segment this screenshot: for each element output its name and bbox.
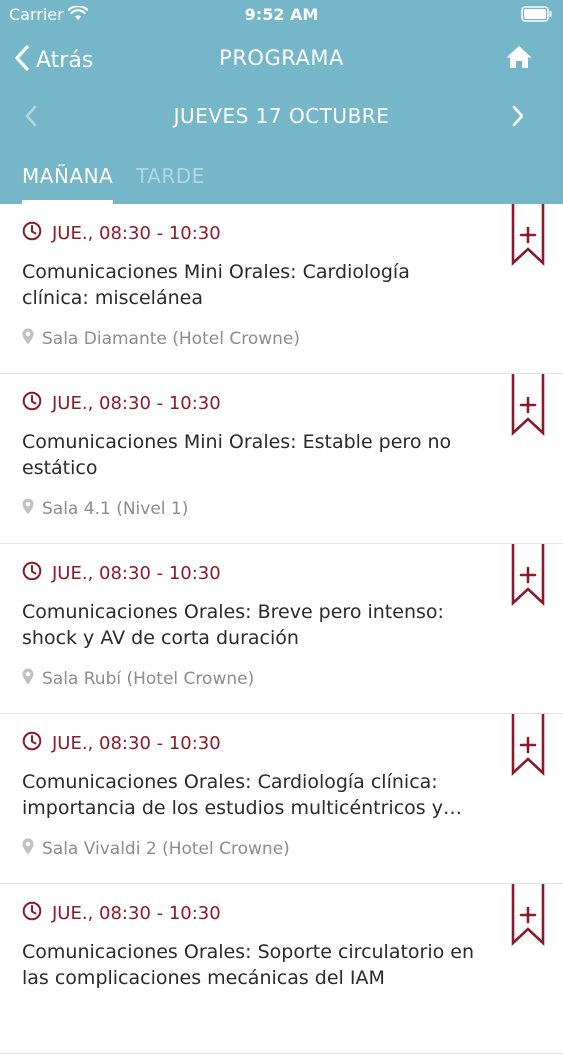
session-title: Comunicaciones Orales: Breve pero intens…	[22, 601, 444, 649]
status-time: 9:52 AM	[244, 5, 319, 24]
clock-icon	[22, 731, 42, 756]
location-pin-icon	[22, 668, 34, 690]
clock-icon	[22, 391, 42, 416]
next-day-button[interactable]	[511, 104, 525, 132]
add-to-agenda-button[interactable]	[511, 544, 545, 606]
session-time: JUE., 08:30 - 10:30	[22, 390, 221, 416]
status-bar: Carrier 9:52 AM	[0, 0, 563, 30]
session-time: JUE., 08:30 - 10:30	[22, 730, 221, 756]
session-time: JUE., 08:30 - 10:30	[22, 900, 221, 926]
session-list: JUE., 08:30 - 10:30 Comunicaciones Mini …	[0, 204, 563, 1054]
bookmark-plus-icon	[511, 714, 545, 776]
add-to-agenda-button[interactable]	[511, 714, 545, 776]
tab-morning[interactable]: MAÑANA	[22, 164, 113, 188]
bookmark-plus-icon	[511, 544, 545, 606]
home-icon	[505, 46, 533, 74]
session-tabs: MAÑANA TARDE	[0, 160, 563, 204]
clock-icon	[22, 561, 42, 586]
session-item[interactable]: JUE., 08:30 - 10:30 Comunicaciones Mini …	[0, 374, 563, 544]
session-time-label: JUE., 08:30 - 10:30	[52, 902, 221, 924]
session-room: Sala Rubí (Hotel Crowne)	[22, 667, 254, 691]
clock-icon	[22, 221, 42, 246]
bookmark-plus-icon	[511, 374, 545, 436]
header: Carrier 9:52 AM Atrás PROGRAMA JUEVES 17…	[0, 0, 563, 204]
page-title: PROGRAMA	[219, 46, 344, 70]
session-time-label: JUE., 08:30 - 10:30	[52, 222, 221, 244]
location-pin-icon	[22, 328, 34, 350]
session-room-label: Sala Diamante (Hotel Crowne)	[42, 329, 300, 349]
location-pin-icon	[22, 838, 34, 860]
session-room-label: Sala Vivaldi 2 (Hotel Crowne)	[42, 839, 290, 859]
add-to-agenda-button[interactable]	[511, 204, 545, 266]
session-item[interactable]: JUE., 08:30 - 10:30 Comunicaciones Orale…	[0, 714, 563, 884]
session-time-label: JUE., 08:30 - 10:30	[52, 732, 221, 754]
session-room: Sala 4.1 (Nivel 1)	[22, 497, 188, 521]
bookmark-plus-icon	[511, 884, 545, 946]
session-time-label: JUE., 08:30 - 10:30	[52, 562, 221, 584]
session-title: Comunicaciones Orales: Cardiología clíni…	[22, 771, 462, 819]
tab-afternoon[interactable]: TARDE	[136, 164, 205, 188]
session-title: Comunicaciones Mini Orales: Cardiología …	[22, 261, 410, 309]
session-room: Sala Diamante (Hotel Crowne)	[22, 327, 300, 351]
session-time: JUE., 08:30 - 10:30	[22, 220, 221, 246]
session-room-label: Sala 4.1 (Nivel 1)	[42, 499, 189, 519]
clock-icon	[22, 901, 42, 926]
home-button[interactable]	[505, 44, 533, 74]
session-item[interactable]: JUE., 08:30 - 10:30 Comunicaciones Mini …	[0, 204, 563, 374]
session-item[interactable]: JUE., 08:30 - 10:30 Comunicaciones Orale…	[0, 544, 563, 714]
session-item[interactable]: JUE., 08:30 - 10:30 Comunicaciones Orale…	[0, 884, 563, 1054]
add-to-agenda-button[interactable]	[511, 374, 545, 436]
battery-icon	[521, 6, 553, 26]
session-title: Comunicaciones Orales: Soporte circulato…	[22, 941, 475, 989]
date-label: JUEVES 17 OCTUBRE	[173, 104, 390, 128]
date-selector: JUEVES 17 OCTUBRE	[0, 96, 563, 136]
session-room-label: Sala Rubí (Hotel Crowne)	[42, 669, 255, 689]
session-time-label: JUE., 08:30 - 10:30	[52, 392, 221, 414]
navigation-bar: Atrás PROGRAMA	[0, 38, 563, 82]
session-time: JUE., 08:30 - 10:30	[22, 560, 221, 586]
add-to-agenda-button[interactable]	[511, 884, 545, 946]
session-title: Comunicaciones Mini Orales: Estable pero…	[22, 431, 452, 479]
location-pin-icon	[22, 498, 34, 520]
session-room: Sala Vivaldi 2 (Hotel Crowne)	[22, 837, 290, 861]
bookmark-plus-icon	[511, 204, 545, 266]
